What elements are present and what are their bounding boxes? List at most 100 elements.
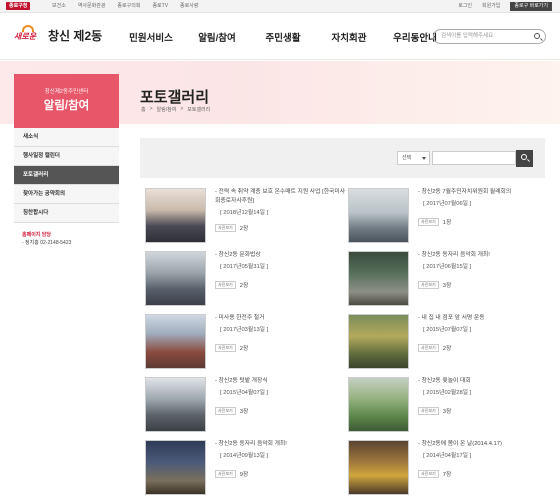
gallery-item-title[interactable]: - 창신2동 동자리 음악회 개최! [215,440,350,449]
gallery-item-date: [ 2014년04월17일 ] [423,453,472,459]
nav-item-resident-life[interactable]: 주민생활 [250,30,316,44]
sidebar-menu: 새소식 행사일정 캘린더 포토갤러리 찾아가는 공약회의 칭찬합시다 [14,128,119,223]
utility-bar: 종로구청 보건소 역사문화관광 종로구의회 종로TV 종로사랑 로그인 회원가입… [0,0,560,13]
gallery-item-title[interactable]: - 창신2동 동자리 음악회 개최! [418,251,553,260]
utility-link[interactable]: 종로구의회 [117,0,140,12]
breadcrumb-current[interactable]: 포토갤러리 [187,106,210,113]
gallery-item-meta: 사진보기 3장 [418,280,451,289]
gallery-item[interactable]: - 창신2동 윷놀이 대회[ 2015년02월28일 ] 사진보기 3장 [348,377,548,439]
logo-mark-icon: 새로운 [14,25,44,45]
gallery-item-title[interactable]: - 미사용 한전주 철거 [215,314,350,323]
view-photo-badge[interactable]: 사진보기 [215,469,236,478]
sidebar-title: 알림/참여 [43,100,90,112]
gallery-item-title[interactable]: - 창신2동 윷놀이 대회 [418,377,553,386]
page-title: 포토갤러리 [140,89,210,106]
gallery-item[interactable]: - 창신2동 동자리 음악회 개최![ 2017년06월15일 ] 사진보기 3장 [348,251,548,313]
gallery-item-title[interactable]: - 창신2동에 봄이 온 날(2014.4.17) [418,440,553,449]
gallery-item-date: [ 2017년05월31일 ] [220,264,269,270]
photo-count: 2장 [442,346,452,352]
view-photo-badge[interactable]: 사진보기 [215,280,236,289]
photo-count: 9장 [239,472,249,478]
site-name: 창신 제2동 [48,28,103,43]
nav-item-autonomy-hall[interactable]: 자치회관 [316,30,382,44]
utility-link[interactable]: 역사문화관광 [78,0,106,12]
view-photo-badge[interactable]: 사진보기 [215,406,236,415]
jongno-gu-logo[interactable]: 종로구청 [6,2,31,10]
gallery-item-meta: 사진보기 2장 [215,223,248,232]
nav-item-notice[interactable]: 알림/참여 [184,30,250,44]
sidebar-item-praise[interactable]: 칭찬합시다 [14,204,119,223]
photo-count: 3장 [442,283,452,289]
search-type-select[interactable]: 선택 [397,151,430,165]
sidebar-item-calendar[interactable]: 행사일정 캘린더 [14,147,119,166]
photo-count: 2장 [239,226,249,232]
signup-link[interactable]: 회원가입 [482,0,500,12]
nav-item-civil-service[interactable]: 민원서비스 [118,30,184,44]
breadcrumb-home[interactable]: 홈 [141,106,146,113]
gallery-item[interactable]: - 창신2동 텃밭 개장식[ 2015년04월07일 ] 사진보기 3장 [145,377,345,439]
search-button[interactable] [516,150,533,167]
gallery-item[interactable]: - 전력 속 취약 계층 보호 온수매트 지원 사업 [한국미사회종로자사후원]… [145,188,345,250]
gallery-thumbnail[interactable] [348,314,409,369]
photo-count: 2장 [239,346,249,352]
view-photo-badge[interactable]: 사진보기 [215,223,236,232]
gallery-item-title[interactable]: - 창신2동 문화법상 [215,251,350,260]
gallery-item-date: [ 2017년03월13일 ] [220,327,269,333]
utility-link[interactable]: 종로TV [152,0,168,12]
gallery-thumbnail[interactable] [145,440,206,495]
sidebar-item-photo-gallery[interactable]: 포토갤러리 [14,166,119,185]
gallery-item-meta: 사진보기 7장 [418,469,451,478]
view-photo-badge[interactable]: 사진보기 [418,406,439,415]
gallery-item[interactable]: - 창신2동 동자리 음악회 개최![ 2014년09월13일 ] 사진보기 9장 [145,440,345,502]
gallery-item-title[interactable]: - 전력 속 취약 계층 보호 온수매트 지원 사업 [한국미사회종로자사후원] [215,188,350,206]
gallery-thumbnail[interactable] [145,251,206,306]
utility-link[interactable]: 보건소 [52,0,66,12]
photo-count: 2장 [239,283,249,289]
breadcrumb-section[interactable]: 알림/참여 [157,106,177,113]
gallery-thumbnail[interactable] [348,251,409,306]
homepage-contact: 홈페이지 담당 - 정지홍 02-2148-5423 [22,231,71,247]
breadcrumb-separator: > [180,106,184,112]
gallery-item-title[interactable]: - 창신2동 텃밭 개장식 [215,377,350,386]
gallery-thumbnail[interactable] [145,377,206,432]
jongno-shortcut-button[interactable]: 종로구 바로가기 [510,2,552,11]
gallery-thumbnail[interactable] [145,188,206,243]
utility-links: 보건소 역사문화관광 종로구의회 종로TV 종로사랑 [52,0,198,12]
gallery-item-title[interactable]: - 내 집 내 점포 앞 서명 운동 [418,314,553,323]
site-logo[interactable]: 새로운 창신 제2동 [14,25,102,45]
view-photo-badge[interactable]: 사진보기 [418,469,439,478]
login-link[interactable]: 로그인 [458,0,472,12]
gallery-item[interactable]: - 미사용 한전주 철거[ 2017년03월13일 ] 사진보기 2장 [145,314,345,376]
gallery-thumbnail[interactable] [348,377,409,432]
gallery-thumbnail[interactable] [145,314,206,369]
search-icon[interactable] [534,33,540,39]
gallery-item[interactable]: - 창신2동 문화법상[ 2017년05월31일 ] 사진보기 2장 [145,251,345,313]
gallery-thumbnail[interactable] [348,188,409,243]
gallery-thumbnail[interactable] [348,440,409,495]
photo-count: 3장 [442,409,452,415]
search-icon [521,154,527,160]
view-photo-badge[interactable]: 사진보기 [418,343,439,352]
sidebar-subtitle: 창신제2동주민센터 [44,89,89,95]
sidebar-item-meeting[interactable]: 찾아가는 공약회의 [14,185,119,204]
view-photo-badge[interactable]: 사진보기 [215,343,236,352]
gallery-item[interactable]: - 창신2동 7월주민자치위원회 월례회의[ 2017년07월06일 ] 사진보기… [348,188,548,250]
gallery-item-title[interactable]: - 창신2동 7월주민자치위원회 월례회의 [418,188,553,197]
account-links: 로그인 회원가입 종로구 바로가기 [458,0,552,12]
breadcrumb-separator: > [149,106,153,112]
view-photo-badge[interactable]: 사진보기 [418,280,439,289]
gallery-item-meta: 사진보기 2장 [215,343,248,352]
utility-link[interactable]: 종로사랑 [180,0,198,12]
sidebar-item-news[interactable]: 새소식 [14,128,119,147]
gallery-item-meta: 사진보기 3장 [215,406,248,415]
photo-count: 7장 [442,472,452,478]
view-photo-badge[interactable]: 사진보기 [418,217,439,226]
gallery-item[interactable]: - 내 집 내 점포 앞 서명 운동[ 2015년07월07일 ] 사진보기 2장 [348,314,548,376]
site-search-input[interactable]: 검색어를 입력해주세요 [433,29,546,44]
gallery-item-date: [ 2015년02월28일 ] [423,390,472,396]
gallery-item-date: [ 2015년04월07일 ] [220,390,269,396]
gallery-item-meta: 사진보기 9장 [215,469,248,478]
contact-phone: - 정지홍 02-2148-5423 [22,240,72,246]
keyword-input[interactable] [432,151,516,165]
gallery-item[interactable]: - 창신2동에 봄이 온 날(2014.4.17)[ 2014년04월17일 ]… [348,440,548,502]
